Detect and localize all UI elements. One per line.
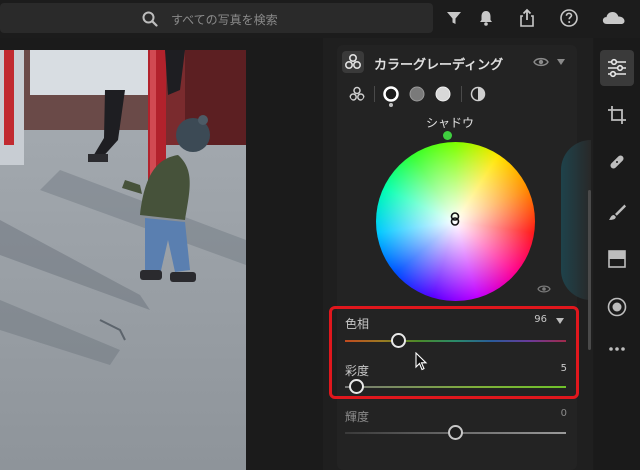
wheel-hue-knob[interactable] bbox=[443, 131, 452, 140]
photo-preview[interactable] bbox=[0, 50, 246, 470]
saturation-value[interactable]: 5 bbox=[537, 363, 567, 374]
color-grading-header-icon bbox=[342, 51, 364, 73]
top-bar: すべての写真を検索 bbox=[0, 0, 640, 38]
chevron-down-icon[interactable] bbox=[555, 317, 565, 325]
filter-icon[interactable] bbox=[444, 8, 464, 28]
three-way-icon[interactable] bbox=[349, 86, 365, 102]
wheel-center-handle[interactable] bbox=[449, 212, 461, 226]
hue-label: 色相 bbox=[345, 317, 370, 331]
brush-icon[interactable] bbox=[607, 202, 627, 222]
mode-divider bbox=[461, 86, 462, 102]
cloud-icon[interactable] bbox=[601, 8, 627, 28]
hue-slider-track[interactable] bbox=[345, 340, 566, 342]
saturation-slider-thumb[interactable] bbox=[348, 379, 364, 394]
search-icon bbox=[142, 11, 158, 27]
crop-icon[interactable] bbox=[607, 105, 627, 125]
mode-divider bbox=[374, 86, 375, 102]
search-placeholder: すべての写真を検索 bbox=[171, 13, 278, 27]
photo-image bbox=[0, 50, 246, 470]
shadows-icon[interactable] bbox=[383, 86, 399, 102]
edit-sliders-icon[interactable] bbox=[606, 57, 628, 79]
app-window: すべての写真を検索 カラーグレーディング シャドウ 色相 96 彩度 5 輝度 … bbox=[0, 0, 640, 470]
global-icon[interactable] bbox=[470, 86, 486, 102]
hue-value[interactable]: 96 bbox=[517, 314, 547, 325]
healing-icon[interactable] bbox=[607, 152, 627, 172]
midtones-icon[interactable] bbox=[409, 86, 425, 102]
radial-gradient-icon[interactable] bbox=[607, 297, 627, 317]
eye-icon[interactable] bbox=[537, 284, 551, 294]
luminance-value[interactable]: 0 bbox=[537, 408, 567, 419]
active-mode-indicator bbox=[389, 103, 393, 107]
three-circles-icon bbox=[344, 53, 362, 70]
hue-slider-thumb[interactable] bbox=[390, 333, 406, 348]
luminance-slider-thumb[interactable] bbox=[448, 425, 463, 440]
panel-scrollbar[interactable] bbox=[588, 190, 591, 350]
chevron-down-icon[interactable] bbox=[556, 58, 566, 66]
panel-title[interactable]: カラーグレーディング bbox=[374, 54, 503, 73]
more-icon[interactable] bbox=[608, 346, 626, 352]
next-wheel-preview bbox=[561, 140, 591, 300]
saturation-slider-track[interactable] bbox=[345, 386, 566, 388]
wheel-label: シャドウ bbox=[425, 116, 474, 130]
eye-icon[interactable] bbox=[533, 56, 549, 68]
help-icon[interactable] bbox=[559, 8, 579, 28]
mouse-cursor-icon bbox=[415, 352, 428, 371]
luminance-label: 輝度 bbox=[345, 410, 370, 424]
share-icon[interactable] bbox=[517, 8, 537, 28]
saturation-label: 彩度 bbox=[345, 364, 370, 378]
search-bar[interactable]: すべての写真を検索 bbox=[0, 3, 433, 33]
highlights-icon[interactable] bbox=[435, 86, 451, 102]
linear-gradient-icon[interactable] bbox=[608, 250, 626, 268]
bell-icon[interactable] bbox=[476, 8, 496, 28]
